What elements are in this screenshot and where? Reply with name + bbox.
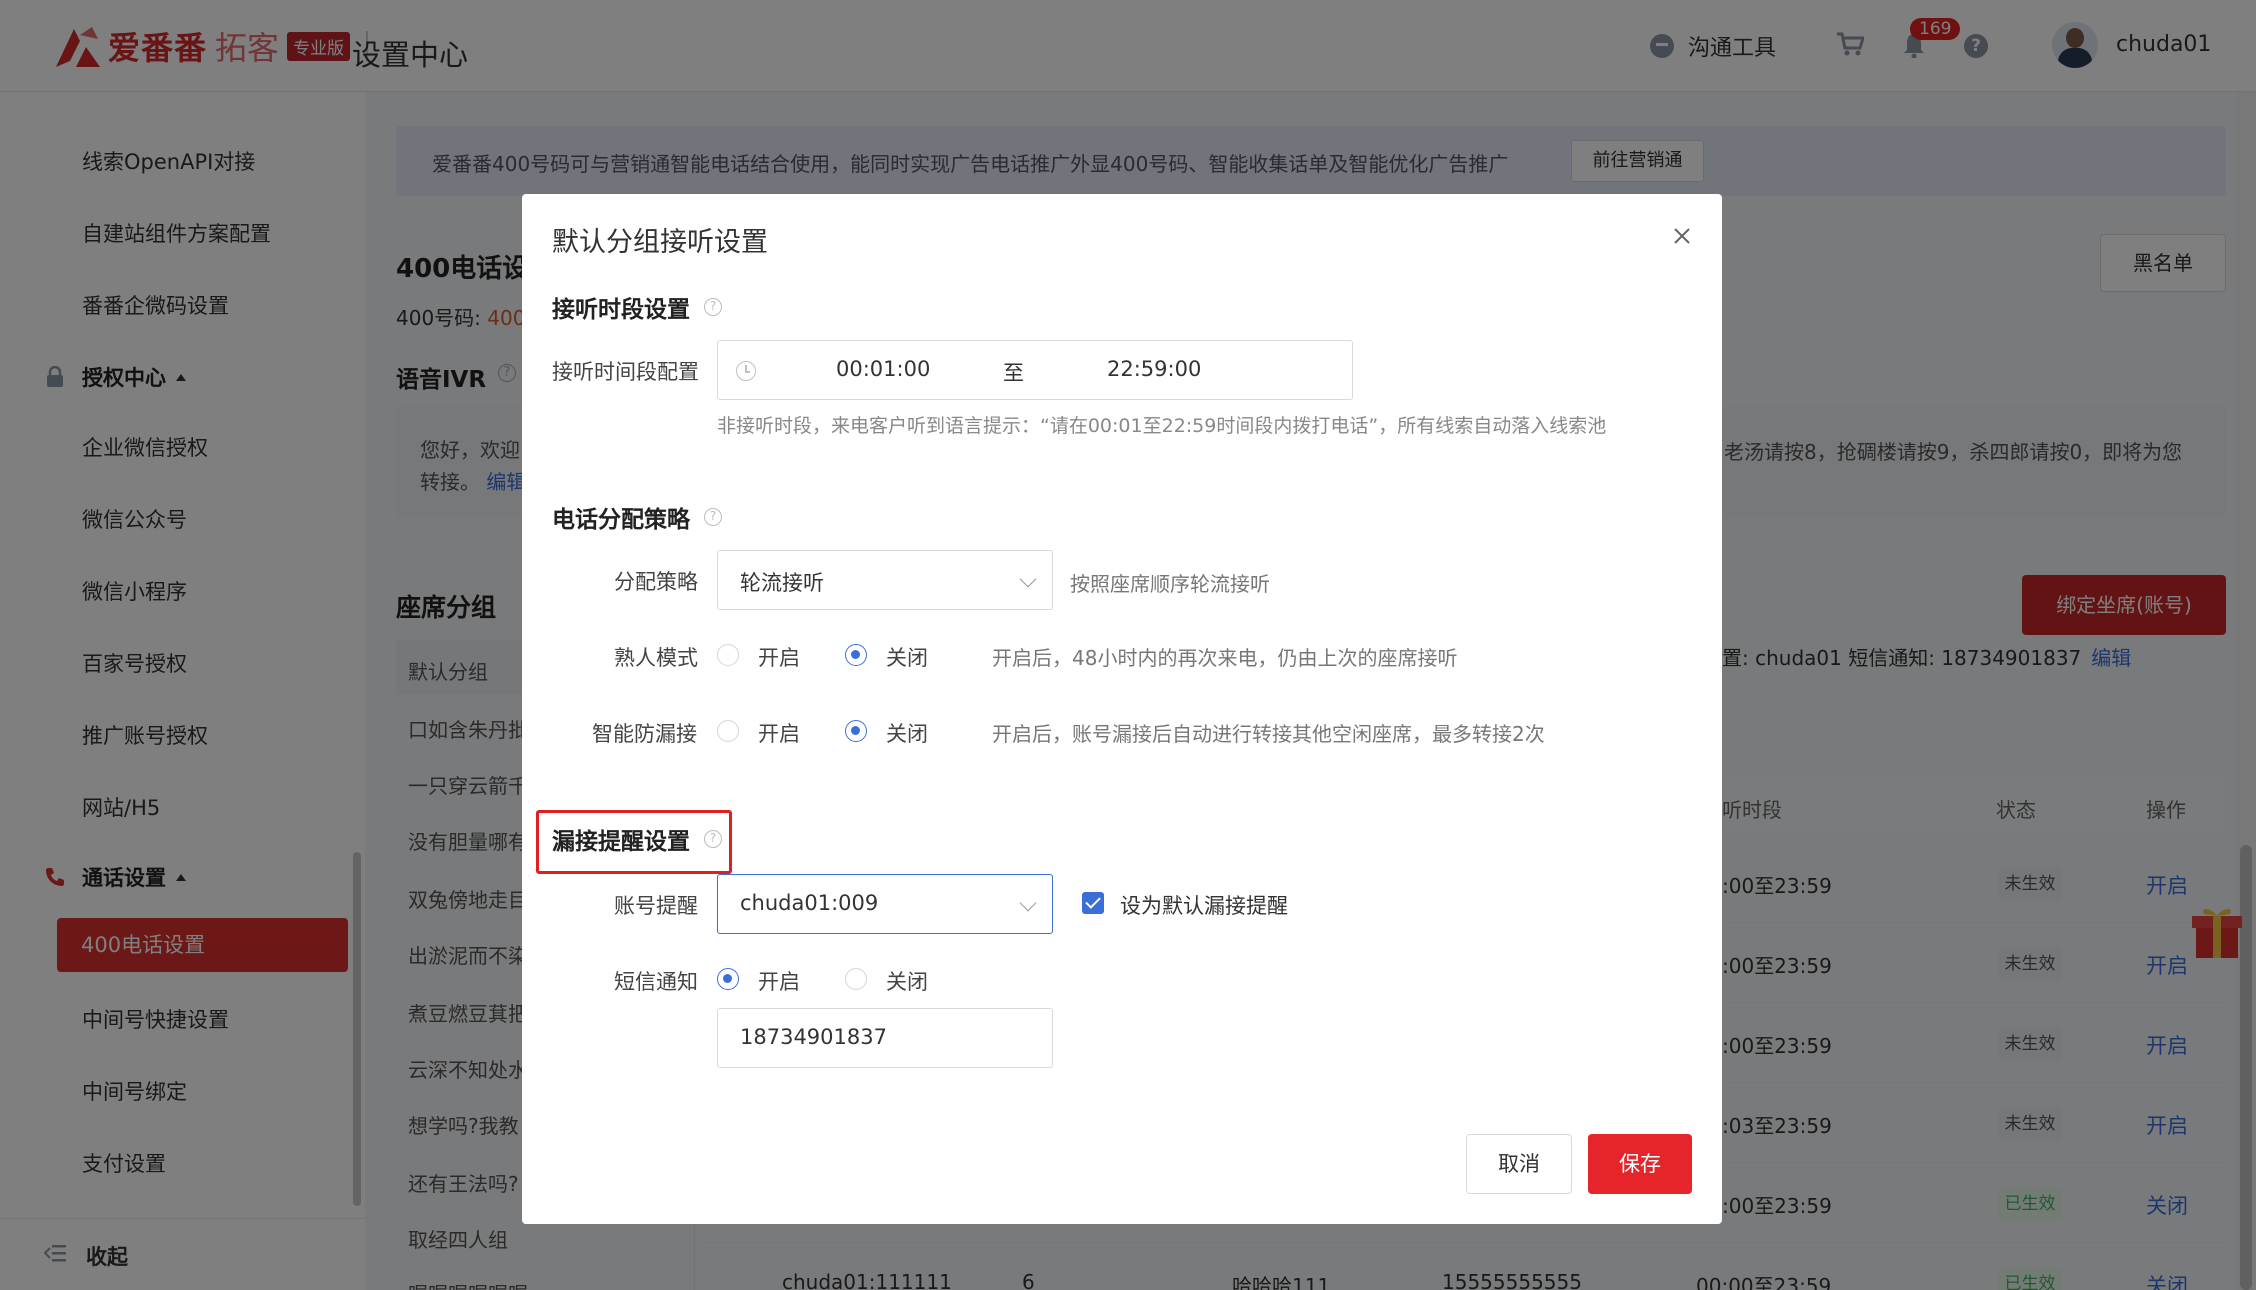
strategy-desc: 按照座席顺序轮流接听: [1070, 572, 1270, 596]
section-missed-reminder-title: 漏接提醒设置: [552, 829, 690, 855]
acquaintance-off-radio[interactable]: [845, 644, 867, 666]
account-reminder-value: chuda01:009: [740, 891, 879, 915]
section-answer-time: 接听时段设置 ?: [552, 290, 722, 324]
time-label: 接听时间段配置: [552, 360, 699, 384]
acquaintance-off-label[interactable]: 关闭: [886, 642, 928, 672]
anti-miss-desc: 开启后，账号漏接后自动进行转接其他空闲座席，最多转接2次: [992, 722, 1545, 746]
sms-phone-input[interactable]: 18734901837: [717, 1008, 1053, 1068]
time-separator: 至: [1003, 361, 1024, 385]
sms-off-label[interactable]: 关闭: [886, 966, 928, 996]
sms-off-radio[interactable]: [845, 968, 867, 990]
default-reminder-label[interactable]: 设为默认漏接提醒: [1120, 890, 1288, 920]
default-reminder-checkbox[interactable]: [1082, 892, 1104, 914]
time-range-picker[interactable]: 00:01:00 至 22:59:00: [717, 340, 1353, 400]
help-icon[interactable]: ?: [704, 830, 722, 848]
section-distribution-title: 电话分配策略: [552, 507, 690, 533]
acquaintance-on-label[interactable]: 开启: [758, 642, 800, 672]
help-icon[interactable]: ?: [704, 508, 722, 526]
sms-on-radio[interactable]: [717, 968, 739, 990]
section-missed-reminder: 漏接提醒设置 ?: [552, 822, 722, 856]
section-distribution: 电话分配策略 ?: [552, 500, 722, 534]
section-answer-time-title: 接听时段设置: [552, 297, 690, 323]
cancel-button[interactable]: 取消: [1466, 1134, 1572, 1194]
anti-miss-off-label[interactable]: 关闭: [886, 718, 928, 748]
sms-on-label[interactable]: 开启: [758, 966, 800, 996]
modal-title: 默认分组接听设置: [552, 227, 768, 258]
acquaintance-label: 熟人模式: [614, 646, 698, 670]
strategy-label: 分配策略: [614, 570, 698, 594]
anti-miss-label: 智能防漏接: [592, 722, 697, 746]
save-button[interactable]: 保存: [1588, 1134, 1692, 1194]
anti-miss-off-radio[interactable]: [845, 720, 867, 742]
sms-phone-value: 18734901837: [740, 1025, 887, 1049]
anti-miss-on-radio[interactable]: [717, 720, 739, 742]
account-reminder-select[interactable]: chuda01:009: [717, 874, 1053, 934]
off-hours-hint: 非接听时段，来电客户听到语言提示：“请在00:01至22:59时间段内拨打电话”…: [717, 415, 1607, 437]
help-icon[interactable]: ?: [704, 298, 722, 316]
chevron-down-icon: [1019, 894, 1037, 912]
strategy-value: 轮流接听: [740, 571, 824, 595]
strategy-select[interactable]: 轮流接听: [717, 550, 1053, 610]
close-icon[interactable]: [1670, 224, 1694, 248]
acquaintance-on-radio[interactable]: [717, 644, 739, 666]
time-end[interactable]: 22:59:00: [1107, 357, 1201, 381]
group-answer-settings-modal: 默认分组接听设置 接听时段设置 ? 接听时间段配置 00:01:00 至 22:…: [522, 194, 1722, 1224]
sms-label: 短信通知: [614, 970, 698, 994]
acquaintance-desc: 开启后，48小时内的再次来电，仍由上次的座席接听: [992, 646, 1458, 670]
time-start[interactable]: 00:01:00: [836, 357, 930, 381]
clock-icon: [736, 361, 756, 381]
chevron-down-icon: [1019, 570, 1037, 588]
account-reminder-label: 账号提醒: [614, 894, 698, 918]
anti-miss-on-label[interactable]: 开启: [758, 718, 800, 748]
